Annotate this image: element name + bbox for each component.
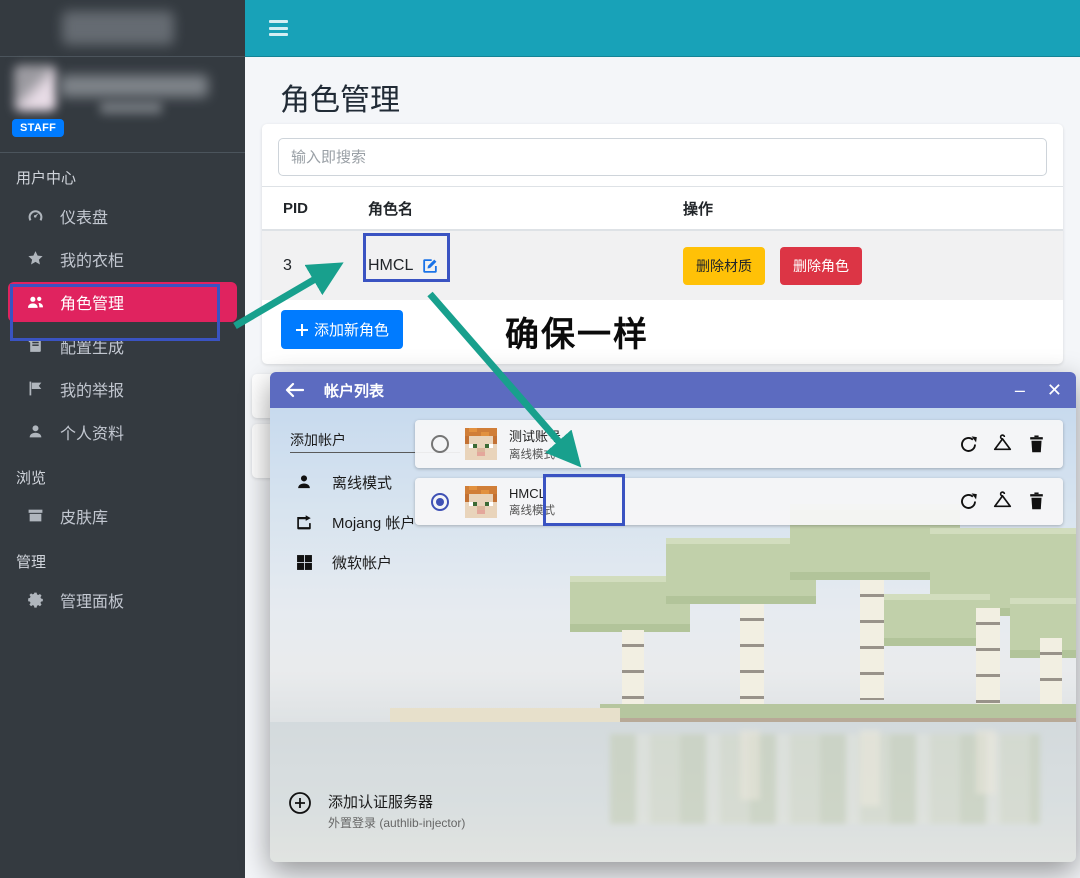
role-management-card: PID 角色名 操作 3 HMCL 删除材质 删除角色 xyxy=(262,124,1063,364)
avatar xyxy=(465,428,497,460)
close-button[interactable]: ✕ xyxy=(1047,381,1062,399)
username-blurred xyxy=(60,75,208,97)
authlib-injector-label: 外置登录 (authlib-injector) xyxy=(328,814,465,831)
sidebar-item-label: 我的衣柜 xyxy=(60,247,124,271)
person-icon xyxy=(294,473,314,491)
nav-section-admin: 管理 xyxy=(0,537,245,578)
menu-item-label: 微软帐户 xyxy=(332,552,392,573)
menu-item-label: 离线模式 xyxy=(332,472,392,493)
staff-badge: STAFF xyxy=(12,119,64,137)
add-new-role-label: 添加新角色 xyxy=(314,319,389,340)
circle-plus-icon xyxy=(288,791,312,815)
radio-button-selected[interactable] xyxy=(431,493,449,511)
sidebar-item-label: 管理面板 xyxy=(60,588,124,612)
microsoft-icon xyxy=(294,554,314,571)
page-title: 角色管理 xyxy=(280,75,400,119)
back-arrow-icon[interactable] xyxy=(284,377,310,403)
skin-icon[interactable] xyxy=(992,491,1013,512)
user-panel: STAFF xyxy=(0,57,245,153)
mojang-icon xyxy=(294,513,314,531)
trash-icon[interactable] xyxy=(1026,491,1047,512)
gauge-icon xyxy=(24,207,46,224)
column-header-operations: 操作 xyxy=(662,198,1063,219)
account-type: 离线模式 xyxy=(509,502,555,518)
sidebar-item-admin-panel[interactable]: 管理面板 xyxy=(0,578,245,621)
menu-icon[interactable] xyxy=(269,20,288,36)
hmcl-titlebar[interactable]: 帐户列表 – ✕ xyxy=(270,372,1076,408)
sidebar-item-label: 个人资料 xyxy=(60,420,124,444)
sidebar-item-my-reports[interactable]: 我的举报 xyxy=(0,367,245,410)
sidebar-item-config-generation[interactable]: 配置生成 xyxy=(0,324,245,367)
topbar xyxy=(245,0,1080,57)
avatar xyxy=(14,65,56,111)
site-logo-blurred xyxy=(62,11,174,45)
column-header-pid: PID xyxy=(262,200,347,217)
star-icon xyxy=(24,250,46,267)
refresh-icon[interactable] xyxy=(958,434,979,455)
table-row: 3 HMCL 删除材质 删除角色 xyxy=(262,231,1063,300)
annotation-ensure-same: 确保一样 xyxy=(505,307,649,356)
trash-icon[interactable] xyxy=(1026,434,1047,455)
radio-button[interactable] xyxy=(431,435,449,453)
flag-icon xyxy=(24,380,46,397)
sidebar-item-label: 皮肤库 xyxy=(60,504,108,528)
menu-item-microsoft-account[interactable]: 微软帐户 xyxy=(294,545,494,579)
hmcl-window-title: 帐户列表 xyxy=(324,380,384,401)
add-auth-server-label: 添加认证服务器 xyxy=(328,791,465,812)
cell-role-name: HMCL xyxy=(368,257,413,275)
sidebar: STAFF 用户中心 仪表盘 我的衣柜 角色管理 配置生成 我的举报 xyxy=(0,0,245,878)
hmcl-account-list-window: 帐户列表 – ✕ xyxy=(270,372,1076,862)
refresh-icon[interactable] xyxy=(958,491,979,512)
sidebar-item-profile[interactable]: 个人资料 xyxy=(0,410,245,453)
sidebar-item-label: 仪表盘 xyxy=(60,204,108,228)
menu-item-label: Mojang 帐户 xyxy=(332,512,415,533)
sidebar-item-skin-library[interactable]: 皮肤库 xyxy=(0,494,245,537)
table-header: PID 角色名 操作 xyxy=(262,186,1063,231)
plus-icon xyxy=(295,323,309,337)
add-auth-server-button[interactable]: 添加认证服务器 外置登录 (authlib-injector) xyxy=(288,791,465,831)
edit-icon[interactable] xyxy=(421,257,439,275)
account-row-hmcl[interactable]: HMCL 离线模式 xyxy=(415,478,1063,525)
search-input[interactable] xyxy=(278,138,1047,176)
sidebar-item-label: 我的举报 xyxy=(60,377,124,401)
minimize-button[interactable]: – xyxy=(1015,381,1025,399)
sidebar-item-closet[interactable]: 我的衣柜 xyxy=(0,237,245,280)
add-account-label: 添加帐户 xyxy=(290,430,346,450)
avatar xyxy=(465,486,497,518)
nav-section-user-center: 用户中心 xyxy=(0,153,245,194)
account-type: 离线模式 xyxy=(509,446,561,462)
account-name: 测试账号 xyxy=(509,426,561,445)
account-row-test[interactable]: 测试账号 离线模式 xyxy=(415,420,1063,468)
username-sub-blurred xyxy=(100,101,162,114)
delete-texture-button[interactable]: 删除材质 xyxy=(683,247,765,285)
delete-role-button[interactable]: 删除角色 xyxy=(780,247,862,285)
gear-icon xyxy=(24,591,46,608)
user-icon xyxy=(24,423,46,440)
book-icon xyxy=(24,337,46,354)
account-name: HMCL xyxy=(509,486,555,501)
skin-icon[interactable] xyxy=(992,434,1013,455)
nav-section-browse: 浏览 xyxy=(0,453,245,494)
column-header-name: 角色名 xyxy=(347,198,662,219)
sidebar-item-label: 配置生成 xyxy=(60,334,124,358)
users-icon xyxy=(24,294,46,311)
sidebar-item-label: 角色管理 xyxy=(60,290,124,314)
sidebar-item-dashboard[interactable]: 仪表盘 xyxy=(0,194,245,237)
archive-icon xyxy=(24,507,46,524)
brand-area[interactable] xyxy=(0,0,245,57)
sidebar-item-role-management[interactable]: 角色管理 xyxy=(8,282,237,322)
cell-pid: 3 xyxy=(262,257,347,275)
hmcl-content: 添加帐户 离线模式 Mojang 帐户 微软帐户 xyxy=(270,408,1076,862)
add-new-role-button[interactable]: 添加新角色 xyxy=(281,310,403,349)
